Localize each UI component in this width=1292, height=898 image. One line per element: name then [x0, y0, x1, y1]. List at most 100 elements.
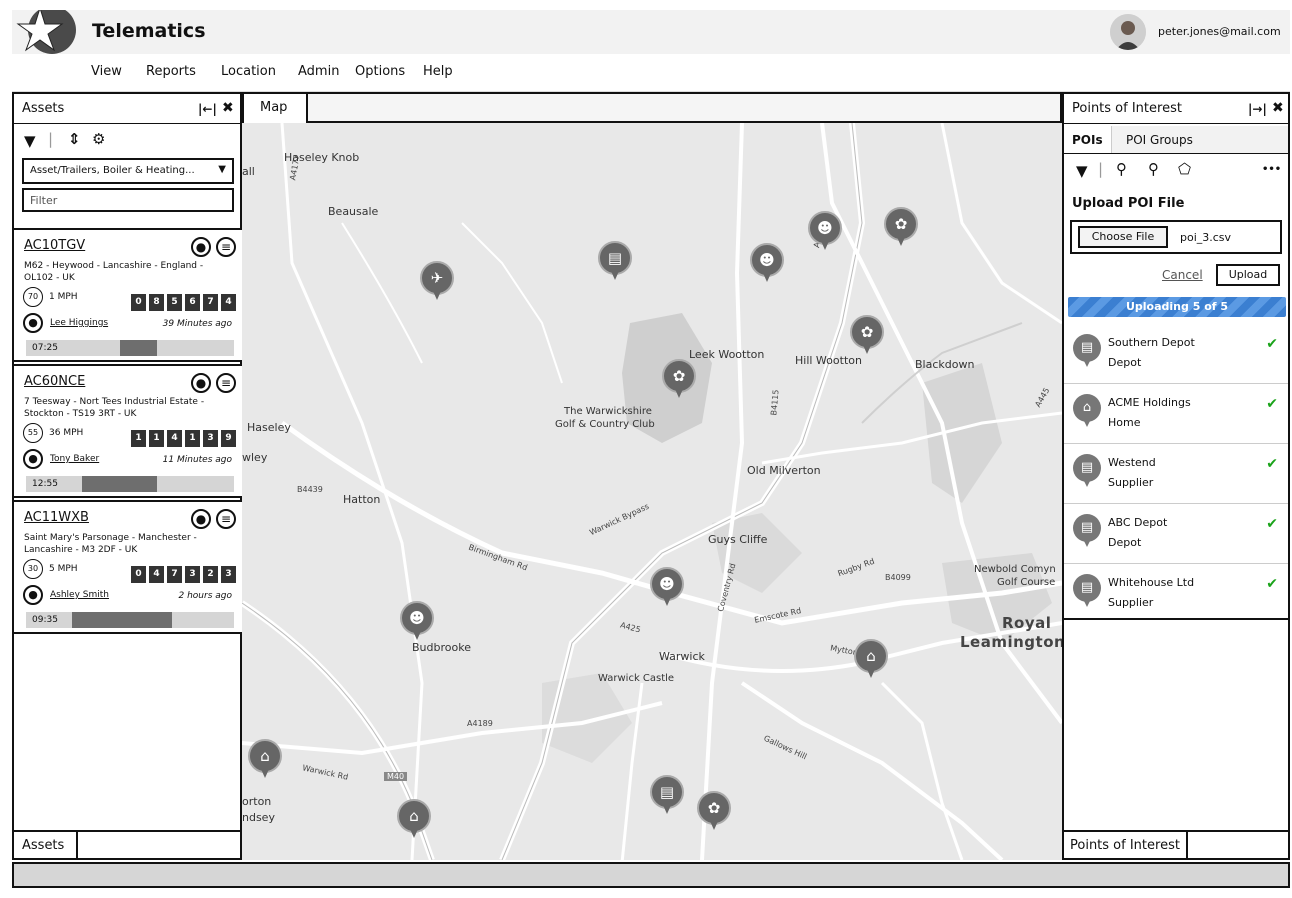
tab-poi-groups[interactable]: POI Groups	[1126, 133, 1193, 147]
odometer-digit: 2	[203, 566, 218, 583]
menu-icon[interactable]: ≡	[216, 509, 236, 529]
tab-map[interactable]: Map	[244, 94, 308, 123]
map-canvas[interactable]: Haseley Knob Beausale Leek Wootton Hill …	[242, 123, 1062, 860]
map-pin-home[interactable]: ⌂	[397, 799, 431, 839]
upload-progress-bar: Uploading 5 of 5	[1068, 297, 1286, 317]
menu-help[interactable]: Help	[423, 64, 453, 79]
assets-bottom-tab[interactable]: Assets	[12, 830, 78, 860]
driver-name-link[interactable]: Ashley Smith	[50, 590, 109, 600]
driver-profile-icon[interactable]: ●	[191, 237, 211, 257]
activity-timeline[interactable]: 07:25	[26, 340, 234, 356]
menu-location[interactable]: Location	[221, 64, 276, 79]
map-pin-person[interactable]: ☻	[650, 567, 684, 607]
filter-icon[interactable]: ▼	[1076, 162, 1088, 180]
map-place-label: Budbrooke	[412, 641, 471, 654]
menu-reports[interactable]: Reports	[146, 64, 196, 79]
asset-group-value: Asset/Trailers, Boiler & Heating...	[30, 165, 195, 176]
map-pin-leaf[interactable]: ✿	[662, 359, 696, 399]
more-icon[interactable]: •••	[1262, 164, 1281, 175]
map-place-label: ndsey	[242, 811, 275, 824]
menu-admin[interactable]: Admin	[298, 64, 339, 79]
search-poi-icon[interactable]: ⚲	[1148, 160, 1159, 178]
map-tab-bar: Map	[242, 92, 1062, 123]
asset-actions: ● ≡	[186, 372, 236, 393]
map-pin-person[interactable]: ☻	[808, 211, 842, 251]
file-input[interactable]: Choose File poi_3.csv	[1070, 220, 1282, 254]
choose-file-button[interactable]: Choose File	[1078, 226, 1168, 248]
add-poi-icon[interactable]: ⚲	[1116, 160, 1127, 178]
map-pin-person[interactable]: ☻	[750, 243, 784, 283]
asset-card[interactable]: AC60NCE ● ≡ 7 Teesway - Nort Tees Industr…	[14, 364, 242, 498]
driver-profile-icon[interactable]: ●	[191, 373, 211, 393]
collapse-right-icon[interactable]: |→|	[1248, 102, 1267, 116]
asset-actions: ● ≡	[186, 508, 236, 529]
home-icon: ⌂	[397, 799, 431, 833]
asset-address: M62 - Heywood - Lancashire - England - O…	[24, 261, 204, 283]
map-pin-airport[interactable]: ✈	[420, 261, 454, 301]
close-poi-icon[interactable]: ✖	[1272, 100, 1284, 116]
activity-timeline[interactable]: 09:35	[26, 612, 234, 628]
asset-card[interactable]: AC11WXB ● ≡ Saint Mary's Parsonage - Manc…	[14, 500, 242, 634]
asset-filter-input[interactable]: Filter	[22, 188, 234, 212]
driver-profile-icon[interactable]: ●	[191, 509, 211, 529]
map-pin-leaf[interactable]: ✿	[884, 207, 918, 247]
asset-registration[interactable]: AC11WXB	[24, 510, 89, 525]
odometer-digit: 4	[149, 566, 164, 583]
map-base-layer	[242, 123, 1062, 860]
menu-icon[interactable]: ≡	[216, 237, 236, 257]
poi-panel-header: Points of Interest |→| ✖	[1064, 94, 1288, 124]
map-pin-home[interactable]: ⌂	[248, 739, 282, 779]
asset-registration[interactable]: AC60NCE	[24, 374, 85, 389]
odometer-digit: 0	[131, 294, 146, 311]
map-pin-person[interactable]: ☻	[400, 601, 434, 641]
map-pin-leaf[interactable]: ✿	[850, 315, 884, 355]
sort-icon[interactable]: ⇕	[68, 130, 81, 148]
leaf-icon: ✿	[884, 207, 918, 241]
activity-timeline[interactable]: 12:55	[26, 476, 234, 492]
poi-toolbar: ▼ | ⚲ ⚲ ⬠ •••	[1064, 156, 1288, 186]
poi-list-item[interactable]: ▤ Westend Supplier ✔	[1064, 444, 1288, 504]
poi-type: Home	[1108, 416, 1141, 429]
asset-registration[interactable]: AC10TGV	[24, 238, 85, 253]
collapse-left-icon[interactable]: |←|	[198, 102, 217, 116]
user-avatar[interactable]	[1110, 14, 1146, 50]
map-pin-leaf[interactable]: ✿	[697, 791, 731, 831]
map-pin-home[interactable]: ⌂	[854, 639, 888, 679]
toolbar-divider: |	[1098, 160, 1104, 178]
app-header: Telematics peter.jones@mail.com	[12, 6, 1290, 54]
map-road-label: A4189	[467, 719, 493, 728]
poi-list-item[interactable]: ▤ ABC Depot Depot ✔	[1064, 504, 1288, 564]
cancel-upload-link[interactable]: Cancel	[1162, 268, 1203, 282]
close-assets-icon[interactable]: ✖	[222, 100, 234, 116]
driver-icon: ●	[23, 449, 43, 469]
driver-name-link[interactable]: Tony Baker	[50, 454, 99, 464]
check-icon: ✔	[1266, 576, 1278, 592]
poi-type: Depot	[1108, 356, 1142, 369]
asset-card[interactable]: AC10TGV ● ≡ M62 - Heywood - Lancashire - …	[14, 228, 242, 362]
gear-icon[interactable]: ⚙	[92, 130, 105, 148]
speed-limit-badge: 30	[23, 559, 43, 579]
odometer-digit: 6	[185, 294, 200, 311]
map-road-label: B4099	[885, 573, 911, 582]
tab-pois[interactable]: POIs	[1064, 126, 1112, 153]
driver-name-link[interactable]: Lee Higgings	[50, 318, 108, 328]
filter-icon[interactable]: ▼	[24, 132, 36, 150]
odometer-digit: 1	[131, 430, 146, 447]
poi-list-item[interactable]: ▤ Whitehouse Ltd Supplier ✔	[1064, 564, 1288, 624]
menu-options[interactable]: Options	[355, 64, 405, 79]
check-icon: ✔	[1266, 516, 1278, 532]
menu-icon[interactable]: ≡	[216, 373, 236, 393]
map-place-label: Golf & Country Club	[555, 419, 655, 430]
user-email[interactable]: peter.jones@mail.com	[1158, 25, 1281, 38]
poi-list-item[interactable]: ⌂ ACME Holdings Home ✔	[1064, 384, 1288, 444]
map-pin-supplier[interactable]: ▤	[650, 775, 684, 815]
leaf-icon: ✿	[697, 791, 731, 825]
poi-list-item[interactable]: ▤ Southern Depot Depot ✔	[1064, 324, 1288, 384]
poi-bottom-tab[interactable]: Points of Interest	[1062, 830, 1188, 860]
add-area-icon[interactable]: ⬠	[1178, 160, 1191, 178]
upload-button[interactable]: Upload	[1216, 264, 1280, 286]
odometer-digit: 0	[131, 566, 146, 583]
map-pin-supplier[interactable]: ▤	[598, 241, 632, 281]
asset-group-select[interactable]: Asset/Trailers, Boiler & Heating... ▼	[22, 158, 234, 184]
menu-view[interactable]: View	[91, 64, 122, 79]
